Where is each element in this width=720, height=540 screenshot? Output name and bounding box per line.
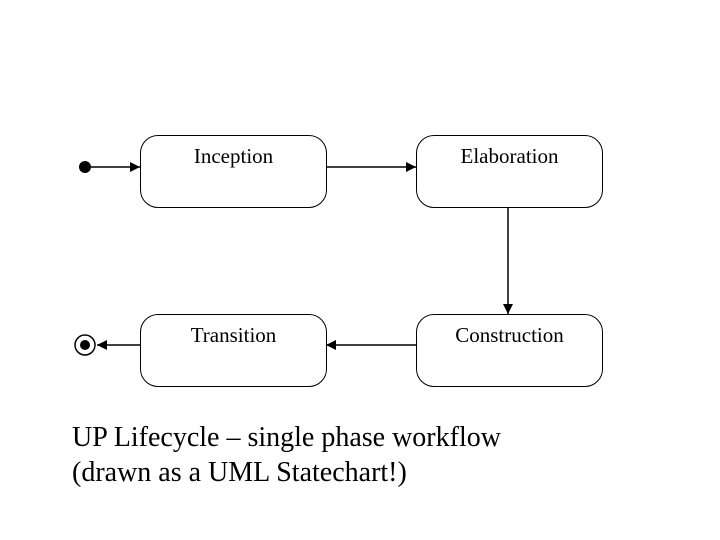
state-construction: Construction: [416, 314, 603, 387]
state-label: Construction: [455, 323, 564, 348]
state-inception: Inception: [140, 135, 327, 208]
state-label: Elaboration: [461, 144, 559, 169]
state-label: Transition: [191, 323, 277, 348]
initial-state-icon: [79, 161, 91, 173]
state-transition: Transition: [140, 314, 327, 387]
state-label: Inception: [194, 144, 273, 169]
caption-line-2: (drawn as a UML Statechart!): [72, 455, 501, 490]
state-elaboration: Elaboration: [416, 135, 603, 208]
diagram-caption: UP Lifecycle – single phase workflow (dr…: [72, 420, 501, 490]
caption-line-1: UP Lifecycle – single phase workflow: [72, 420, 501, 455]
